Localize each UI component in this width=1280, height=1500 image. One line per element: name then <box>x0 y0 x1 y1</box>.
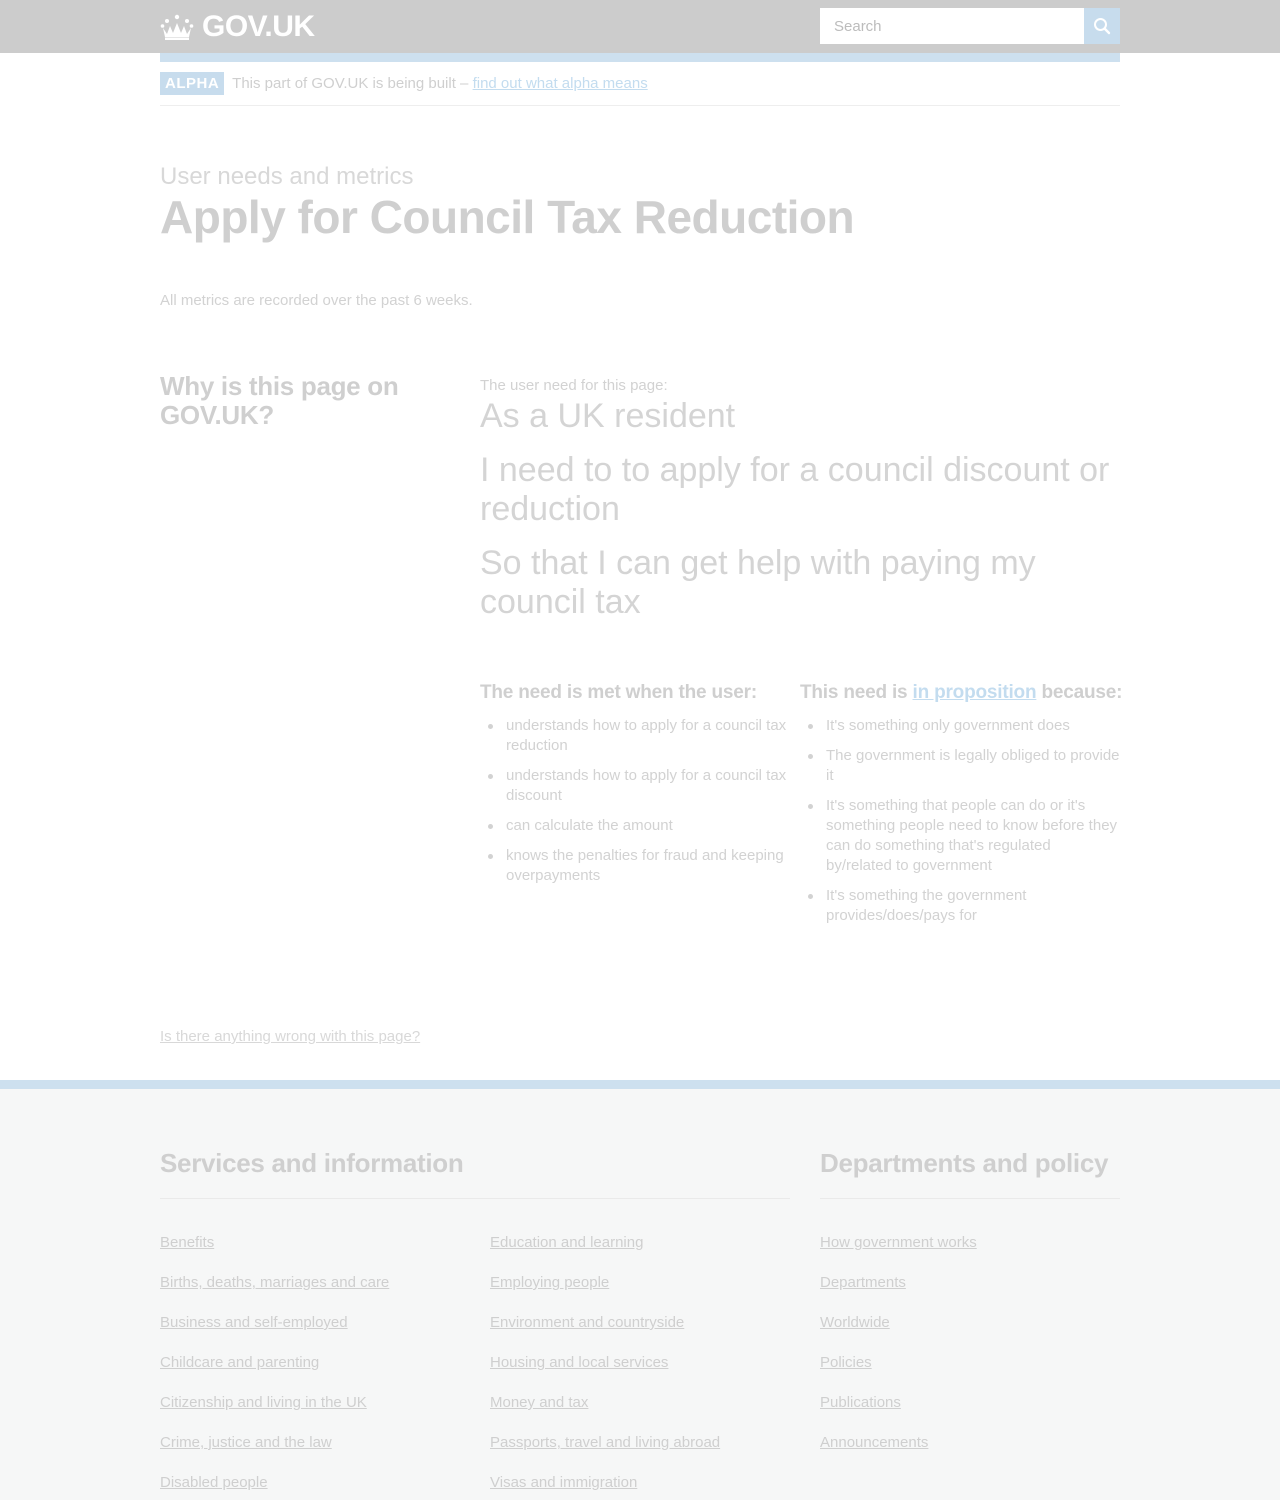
footer-link[interactable]: Citizenship and living in the UK <box>160 1394 367 1411</box>
footer-item: Departments <box>820 1274 977 1314</box>
footer-item: Citizenship and living in the UK <box>160 1394 389 1434</box>
footer-link[interactable]: Benefits <box>160 1234 214 1251</box>
footer-item: Disabled people <box>160 1474 389 1500</box>
footer-item: Employing people <box>490 1274 720 1314</box>
footer-link[interactable]: Passports, travel and living abroad <box>490 1434 720 1451</box>
footer-link[interactable]: Announcements <box>820 1434 928 1451</box>
user-need-i-need: I need to to apply for a council discoun… <box>480 451 1110 528</box>
footer-item: Benefits <box>160 1234 389 1274</box>
footer-item: Passports, travel and living abroad <box>490 1434 720 1474</box>
in-proposition-link[interactable]: in proposition <box>913 682 1037 703</box>
why-heading: Why is this page on GOV.UK? <box>160 371 399 430</box>
footer-item: Worldwide <box>820 1314 977 1354</box>
user-need-as-a: As a UK resident <box>480 397 736 435</box>
site-footer: Services and information Benefits Births… <box>0 1080 1280 1500</box>
departments-heading: Departments and policy <box>820 1148 1109 1178</box>
phase-tag: ALPHA <box>160 72 225 95</box>
proposition-heading: This need is in proposition because: <box>800 682 1123 704</box>
met-when-heading: The need is met when the user: <box>480 682 757 703</box>
report-problem-link[interactable]: Is there anything wrong with this page? <box>160 1028 420 1045</box>
footer-link[interactable]: Crime, justice and the law <box>160 1434 332 1451</box>
footer-link[interactable]: Childcare and parenting <box>160 1354 319 1371</box>
departments-divider <box>820 1198 1120 1199</box>
footer-item: Childcare and parenting <box>160 1354 389 1394</box>
phase-message: This part of GOV.UK is being built – <box>232 75 473 92</box>
footer-link[interactable]: Business and self-employed <box>160 1314 348 1331</box>
footer-link[interactable]: Publications <box>820 1394 901 1411</box>
departments-list: How government works Departments Worldwi… <box>820 1234 977 1474</box>
services-heading: Services and information <box>160 1148 464 1178</box>
footer-item: Money and tax <box>490 1394 720 1434</box>
list-item: It's something the government provides/d… <box>800 886 1120 926</box>
footer-item: Policies <box>820 1354 977 1394</box>
search-placeholder: Search <box>834 17 882 35</box>
list-item: knows the penalties for fraud and keepin… <box>480 846 800 886</box>
footer-link[interactable]: How government works <box>820 1234 977 1251</box>
list-item: understands how to apply for a council t… <box>480 766 800 806</box>
footer-item: Housing and local services <box>490 1354 720 1394</box>
search-input[interactable]: Search <box>820 8 1084 44</box>
logo-text: GOV.UK <box>202 10 315 43</box>
user-need-so-that: So that I can get help with paying my co… <box>480 544 1036 621</box>
search-icon <box>1094 18 1111 35</box>
crown-icon <box>160 14 194 40</box>
footer-item: Visas and immigration <box>490 1474 720 1500</box>
list-item: It's something that people can do or it'… <box>800 796 1120 876</box>
met-when-list: understands how to apply for a council t… <box>480 716 800 886</box>
list-item: The government is legally obliged to pro… <box>800 746 1120 786</box>
footer-link[interactable]: Departments <box>820 1274 906 1291</box>
search-button[interactable] <box>1084 8 1120 44</box>
list-item: It's something only government does <box>800 716 1120 736</box>
footer-link[interactable]: Housing and local services <box>490 1354 668 1371</box>
footer-link[interactable]: Environment and countryside <box>490 1314 684 1331</box>
services-list-col2: Education and learning Employing people … <box>490 1234 720 1500</box>
footer-item: Announcements <box>820 1434 977 1474</box>
footer-link[interactable]: Employing people <box>490 1274 609 1291</box>
phase-text: This part of GOV.UK is being built – fin… <box>232 72 648 96</box>
header-accent-stripe <box>160 53 1120 62</box>
footer-link[interactable]: Disabled people <box>160 1474 268 1491</box>
met-when-section: The need is met when the user: understan… <box>480 682 800 896</box>
footer-link[interactable]: Policies <box>820 1354 872 1371</box>
proposition-section: This need is in proposition because: It'… <box>800 682 1123 936</box>
page-title: Apply for Council Tax Reduction <box>160 191 855 243</box>
govuk-logo-link[interactable]: GOV.UK <box>160 10 315 44</box>
footer-item: Business and self-employed <box>160 1314 389 1354</box>
footer-item: Environment and countryside <box>490 1314 720 1354</box>
list-item: understands how to apply for a council t… <box>480 716 800 756</box>
list-item: can calculate the amount <box>480 816 800 836</box>
proposition-list: It's something only government does The … <box>800 716 1120 926</box>
footer-link[interactable]: Visas and immigration <box>490 1474 637 1491</box>
footer-link[interactable]: Worldwide <box>820 1314 890 1331</box>
services-divider <box>160 1198 790 1199</box>
proposition-heading-prefix: This need is <box>800 682 913 703</box>
footer-item: Births, deaths, marriages and care <box>160 1274 389 1314</box>
footer-link[interactable]: Births, deaths, marriages and care <box>160 1274 389 1291</box>
phase-link[interactable]: find out what alpha means <box>473 75 648 92</box>
footer-item: Publications <box>820 1394 977 1434</box>
services-list-col1: Benefits Births, deaths, marriages and c… <box>160 1234 389 1500</box>
search-form: Search <box>820 8 1120 44</box>
user-need-label: The user need for this page: <box>480 377 668 394</box>
footer-item: How government works <box>820 1234 977 1274</box>
footer-link[interactable]: Education and learning <box>490 1234 643 1251</box>
metrics-note: All metrics are recorded over the past 6… <box>160 292 473 309</box>
footer-item: Education and learning <box>490 1234 720 1274</box>
site-header: GOV.UK Search <box>0 0 1280 53</box>
footer-link[interactable]: Money and tax <box>490 1394 588 1411</box>
phase-banner: ALPHA This part of GOV.UK is being built… <box>160 72 1120 106</box>
proposition-heading-suffix: because: <box>1036 682 1123 703</box>
page-kicker: User needs and metrics <box>160 163 414 190</box>
footer-item: Crime, justice and the law <box>160 1434 389 1474</box>
